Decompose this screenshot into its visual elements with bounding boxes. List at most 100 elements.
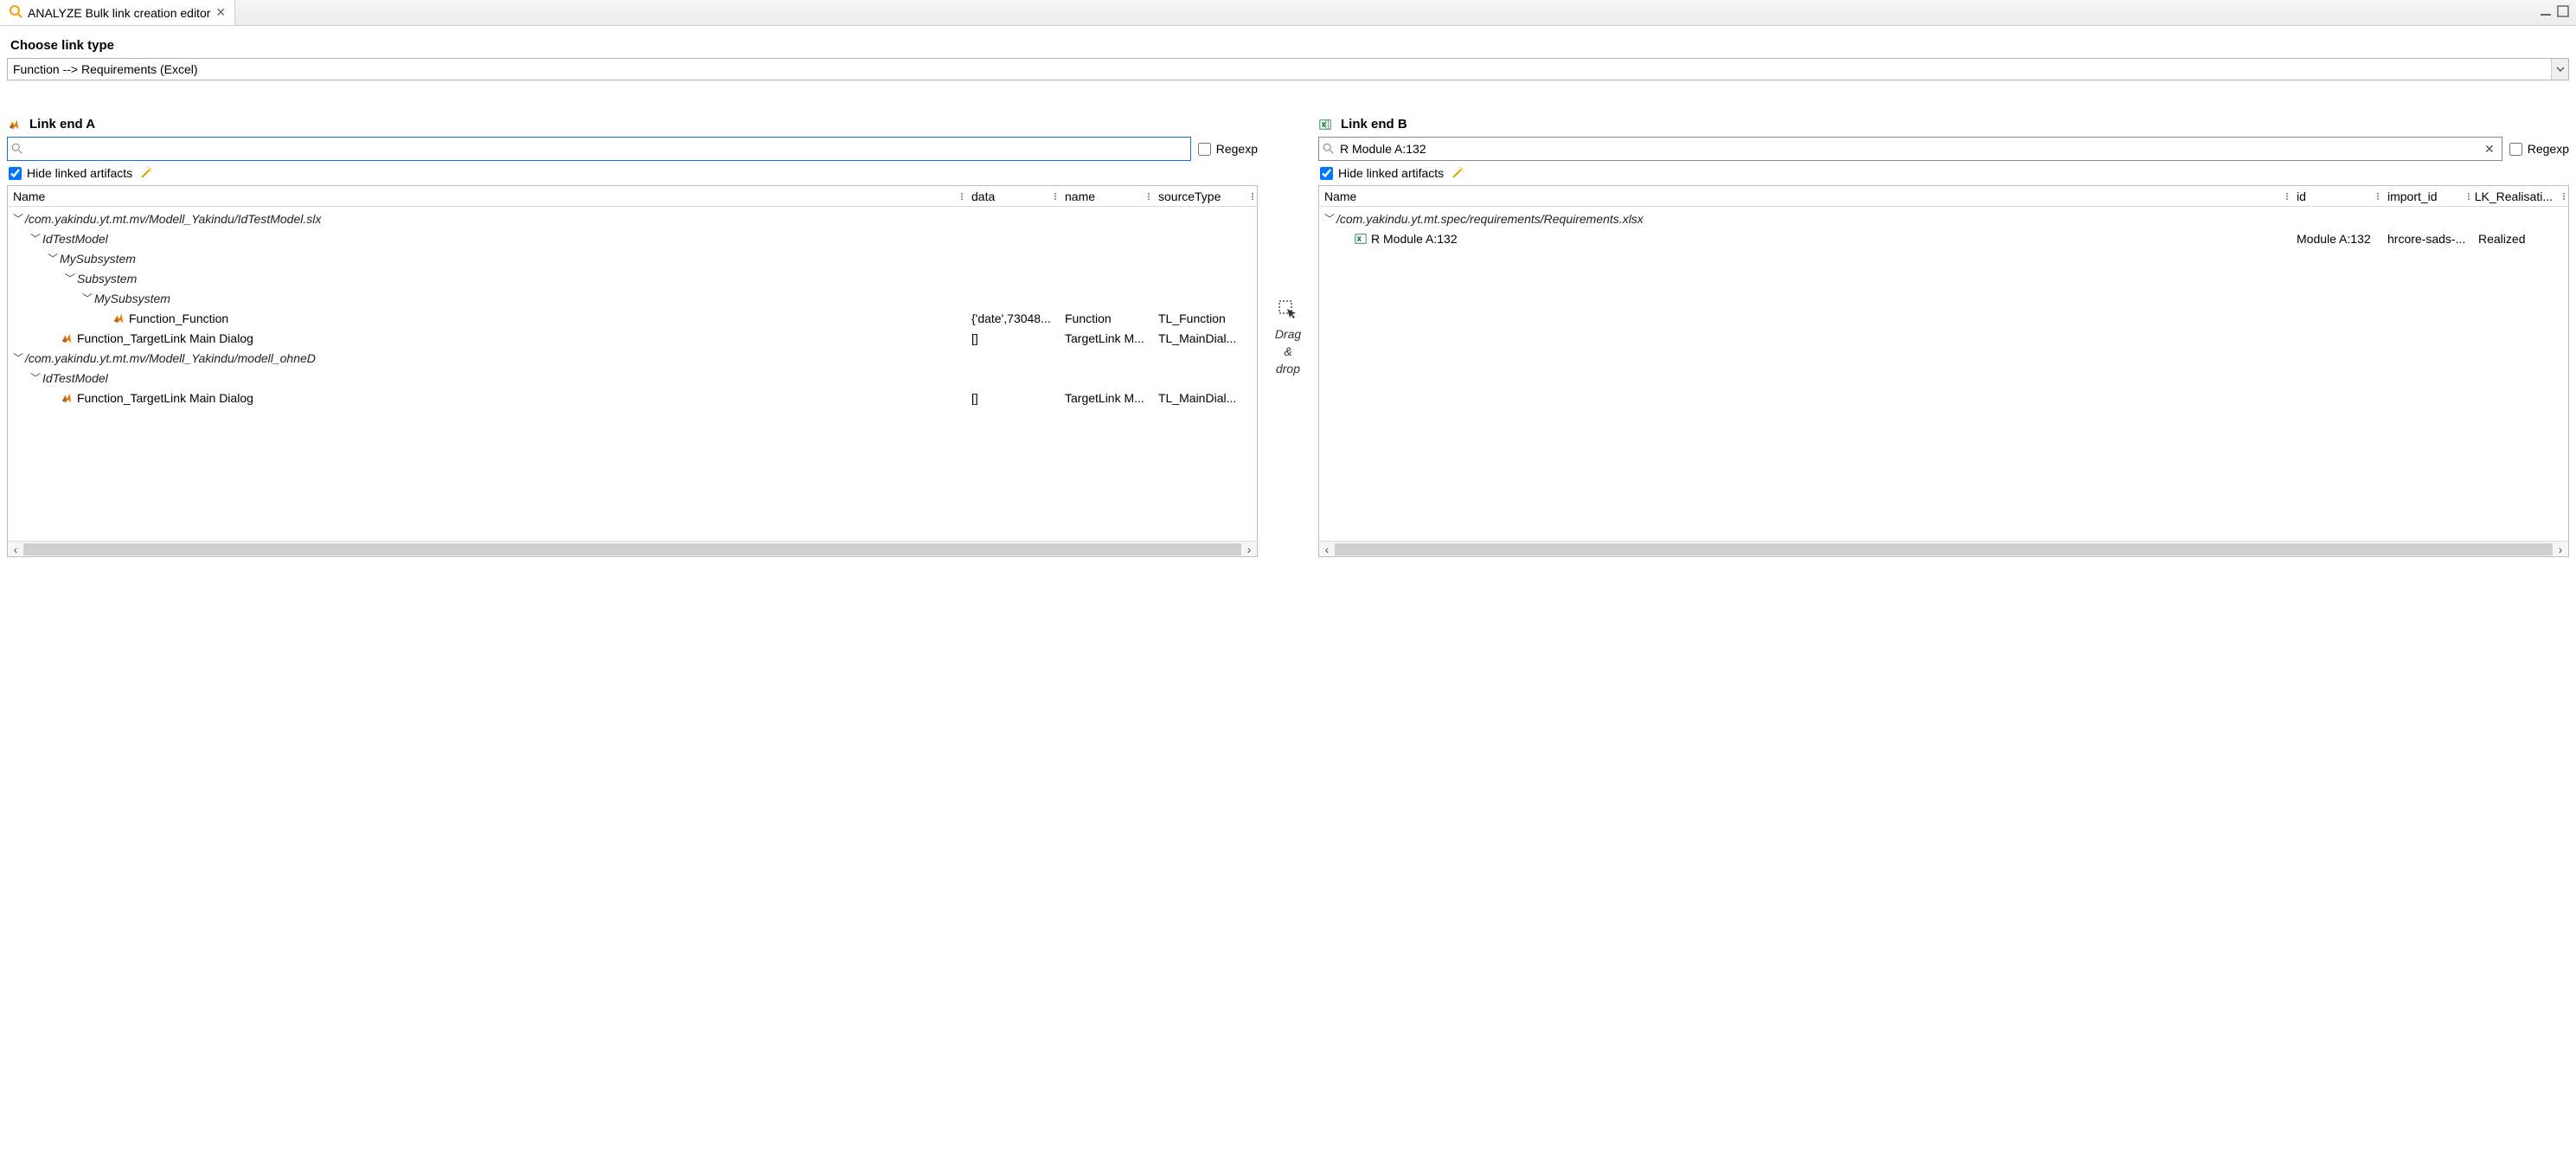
hscroll-a[interactable]: ‹ › [8,541,1257,556]
drag-drop-hint: Drag & drop [1268,117,1308,557]
cell: [] [966,391,1060,405]
matlab-icon [60,331,74,345]
chevron-down-icon[interactable] [2551,59,2568,80]
expand-icon[interactable]: ﹀ [29,231,42,246]
link-end-b-pane: Link end B ✕ Regexp [1318,117,2569,557]
rows-a: ﹀/com.yakindu.yt.mt.mv/Modell_Yakindu/Id… [8,207,1257,541]
cell: TargetLink M... [1060,331,1153,345]
search-input-a[interactable] [7,137,1191,161]
search-field-b[interactable] [1338,141,2477,157]
search-input-b[interactable]: ✕ [1318,137,2502,161]
cell: TargetLink M... [1060,391,1153,405]
editor-tab[interactable]: ANALYZE Bulk link creation editor ✕ [0,0,235,25]
table-row[interactable]: ﹀/com.yakindu.yt.mt.spec/requirements/Re… [1319,209,2568,228]
columns-a: Name data name sourceType [8,186,1257,207]
col-sourcetype-a[interactable]: sourceType [1143,186,1246,206]
window-controls [2540,5,2576,20]
cell: TL_MainDial... [1153,331,1257,345]
rows-b: ﹀/com.yakindu.yt.mt.spec/requirements/Re… [1319,207,2568,541]
row-name: MySubsystem [94,292,170,305]
expand-icon[interactable]: ﹀ [80,291,94,305]
row-name: /com.yakindu.yt.mt.mv/Modell_Yakindu/mod… [25,351,316,365]
wand-icon[interactable] [1451,166,1464,180]
minimize-icon[interactable] [2540,5,2552,20]
clear-search-icon[interactable]: ✕ [2481,142,2498,157]
cell: {'date',73048... [966,311,1060,325]
tree-table-b[interactable]: Name id import_id LK_Realisati... ﹀/com.… [1318,185,2569,557]
table-row[interactable]: ﹀Function_TargetLink Main Dialog[]Target… [8,388,1257,408]
expand-icon[interactable]: ﹀ [1323,211,1336,226]
link-type-dropdown[interactable]: Function --> Requirements (Excel) [7,58,2569,80]
titlebar: ANALYZE Bulk link creation editor ✕ [0,0,2576,26]
hide-linked-check-b[interactable] [1320,167,1333,180]
expand-icon[interactable]: ﹀ [46,251,60,266]
table-row[interactable]: ﹀R Module A:132Module A:132hrcore-sads-.… [1319,228,2568,248]
expand-icon[interactable]: ﹀ [11,211,25,226]
row-name: Function_Function [129,311,228,325]
cell: TL_MainDial... [1153,391,1257,405]
hide-linked-checkbox-b[interactable]: Hide linked artifacts [1320,166,1444,180]
cell: hrcore-sads-... [2382,232,2473,246]
expand-icon[interactable]: ﹀ [11,350,25,365]
scroll-left-icon[interactable]: ‹ [1319,542,1335,556]
scroll-right-icon[interactable]: › [2553,542,2568,556]
matlab-icon [112,311,125,325]
drag-label-1: Drag [1275,327,1301,341]
search-icon [11,143,23,155]
wand-icon[interactable] [139,166,153,180]
table-row[interactable]: ﹀Subsystem [8,268,1257,288]
row-name: Subsystem [77,272,137,286]
row-name: MySubsystem [60,252,136,266]
row-name: IdTestModel [42,232,108,246]
analyze-icon [9,4,22,21]
table-row[interactable]: ﹀Function_TargetLink Main Dialog[]Target… [8,328,1257,348]
col-data-a[interactable]: data [956,186,1049,206]
row-name: /com.yakindu.yt.mt.spec/requirements/Req… [1336,212,1644,226]
regexp-checkbox-a[interactable]: Regexp [1198,142,1258,156]
link-end-b-title: Link end B [1341,117,1407,132]
col-id-b[interactable]: id [2281,186,2372,206]
row-name: IdTestModel [42,371,108,385]
scroll-right-icon[interactable]: › [1241,542,1257,556]
table-row[interactable]: ﹀IdTestModel [8,368,1257,388]
cell: Function [1060,311,1153,325]
hide-linked-label-a: Hide linked artifacts [27,166,132,180]
col-lkrealisati-b[interactable]: LK_Realisati... [2463,186,2558,206]
col-extra-a[interactable] [1246,186,1257,206]
scroll-track-a[interactable] [23,543,1241,555]
hide-linked-check-a[interactable] [9,167,22,180]
hscroll-b[interactable]: ‹ › [1319,541,2568,556]
expand-icon[interactable]: ﹀ [63,271,77,286]
drag-drop-icon [1277,298,1299,324]
col-name2-a[interactable]: name [1049,186,1143,206]
regexp-checkbox-b[interactable]: Regexp [2509,142,2569,156]
scroll-left-icon[interactable]: ‹ [8,542,23,556]
regexp-check-b[interactable] [2509,143,2522,156]
table-row[interactable]: ﹀IdTestModel [8,228,1257,248]
table-row[interactable]: ﹀MySubsystem [8,288,1257,308]
maximize-icon[interactable] [2557,5,2569,20]
cell: Realized [2473,232,2568,246]
close-tab-icon[interactable]: ✕ [215,5,226,20]
table-row[interactable]: ﹀/com.yakindu.yt.mt.mv/Modell_Yakindu/Id… [8,209,1257,228]
regexp-check-a[interactable] [1198,143,1211,156]
row-name: R Module A:132 [1371,232,1458,246]
table-row[interactable]: ﹀/com.yakindu.yt.mt.mv/Modell_Yakindu/mo… [8,348,1257,368]
choose-link-type-label: Choose link type [7,38,2569,53]
excel-icon [1318,118,1332,132]
link-end-a-pane: Link end A Regexp Hide linked a [7,117,1258,557]
drag-label-2: & [1284,344,1291,358]
matlab-icon [60,391,74,405]
col-importid-b[interactable]: import_id [2372,186,2463,206]
table-row[interactable]: ﹀Function_Function{'date',73048...Functi… [8,308,1257,328]
scroll-track-b[interactable] [1335,543,2553,555]
expand-icon[interactable]: ﹀ [29,370,42,385]
table-row[interactable]: ﹀MySubsystem [8,248,1257,268]
col-extra-b[interactable] [2558,186,2568,206]
search-field-a[interactable] [27,141,1187,157]
col-name-a[interactable]: Name [8,186,956,206]
col-name-b[interactable]: Name [1319,186,2281,206]
regexp-label-a: Regexp [1216,142,1258,156]
tree-table-a[interactable]: Name data name sourceType ﹀/com.yakindu.… [7,185,1258,557]
hide-linked-checkbox-a[interactable]: Hide linked artifacts [9,166,132,180]
